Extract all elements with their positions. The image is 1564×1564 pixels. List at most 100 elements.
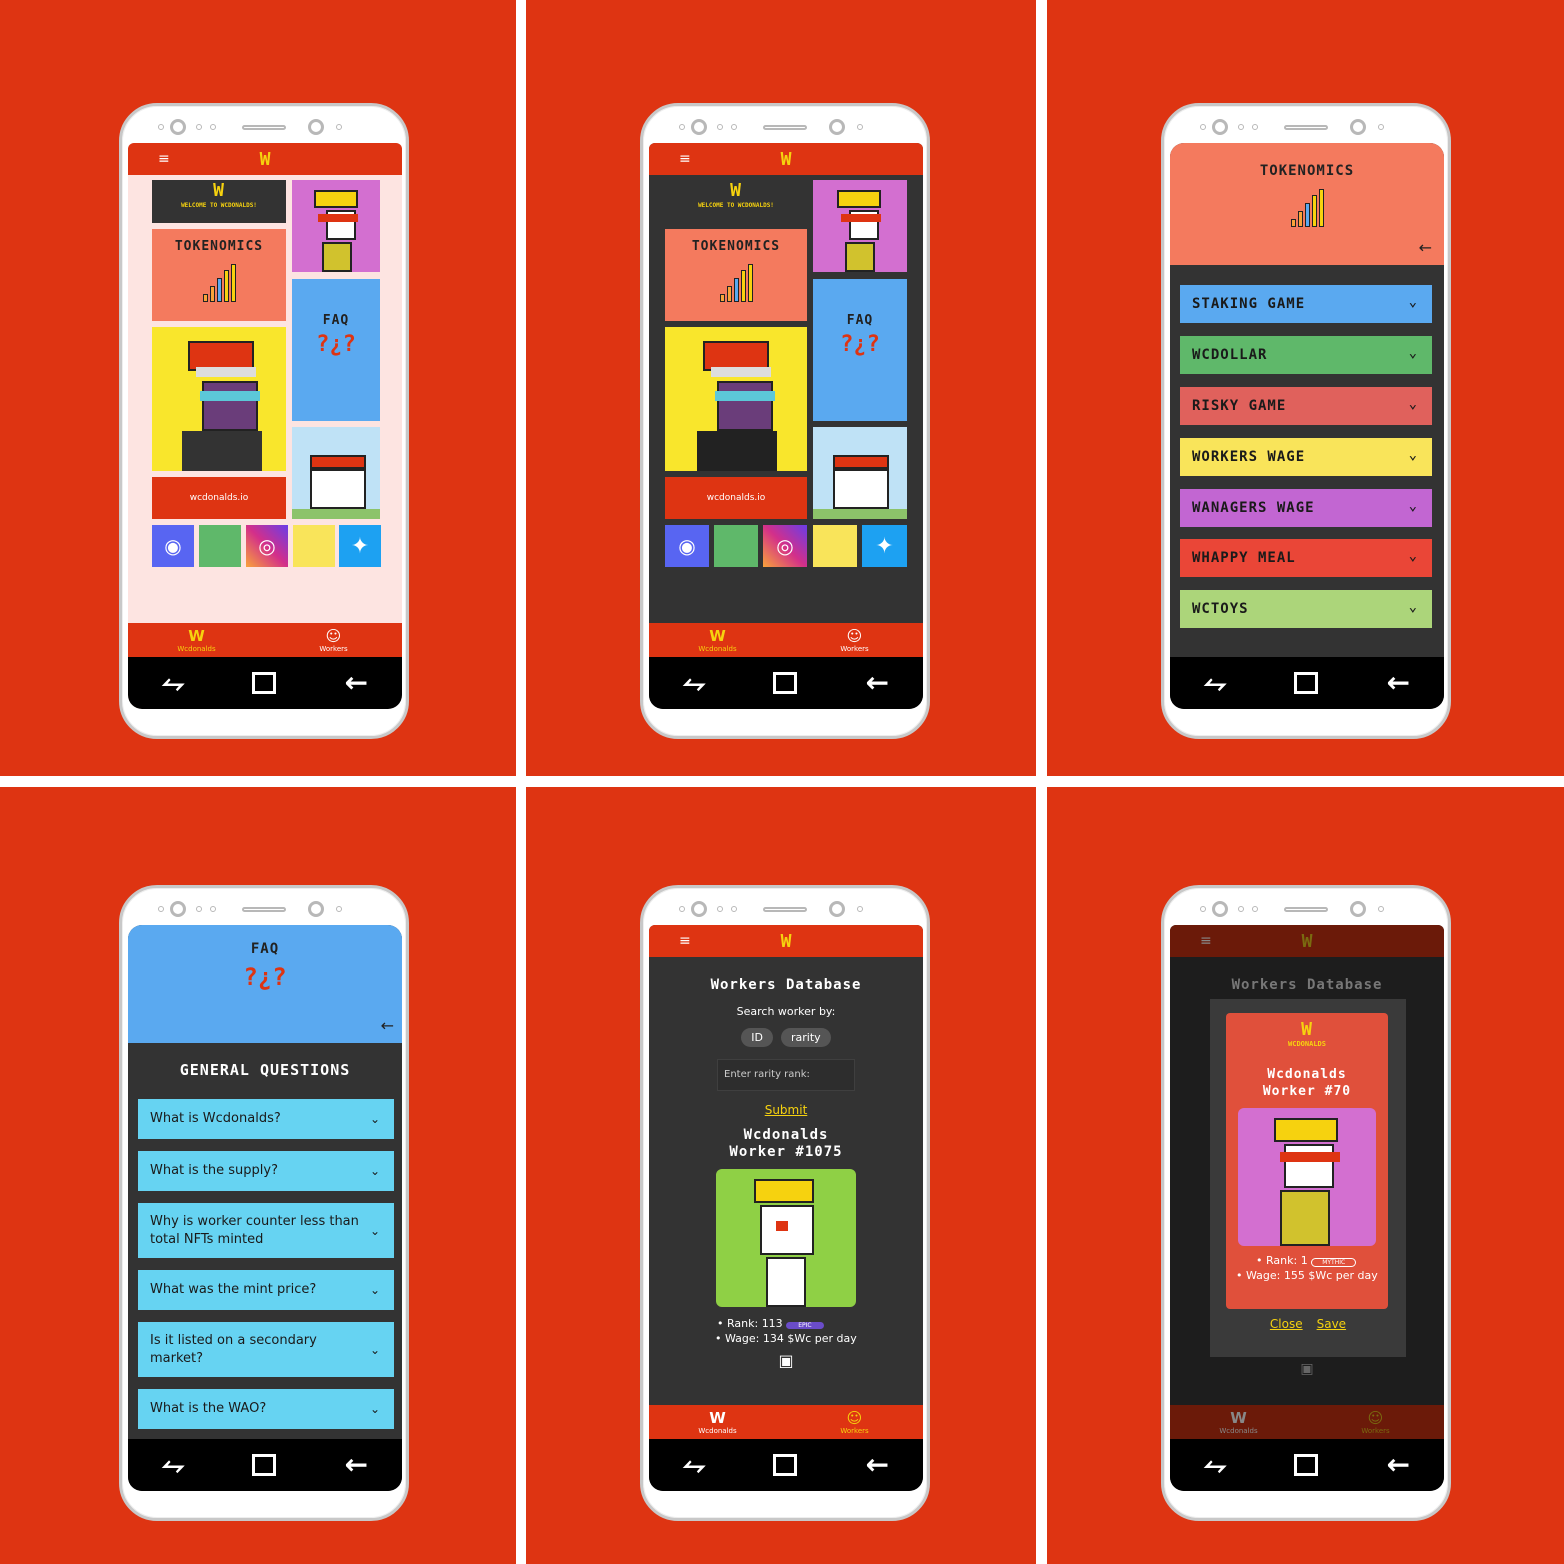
back-icon[interactable]: ←: [1386, 1451, 1409, 1479]
save-icon[interactable]: ▣: [649, 1351, 923, 1370]
recent-apps-icon[interactable]: ⥊: [683, 669, 705, 697]
panel-workers: ≡ W Workers Database Search worker by: ID…: [526, 787, 1036, 1564]
chevron-down-icon: ⌄: [1408, 396, 1418, 412]
avatar-yellow-cap-tile[interactable]: [292, 180, 380, 272]
chevron-down-icon: ⌄: [369, 1283, 380, 1297]
recent-apps-icon[interactable]: ⥊: [1204, 669, 1226, 697]
accordion-staking-game[interactable]: STAKING GAME ⌄: [1180, 285, 1432, 323]
back-icon[interactable]: ←: [865, 1451, 888, 1479]
faq-item[interactable]: What is Wcdonalds? ⌄: [138, 1099, 394, 1139]
restaurant-tile[interactable]: [813, 427, 907, 519]
back-icon[interactable]: ←: [344, 669, 367, 697]
yellow-tile[interactable]: [293, 525, 335, 567]
panel-worker-modal: ≡ W Workers Database W WCDONALDS Wcdonald…: [1047, 787, 1564, 1564]
twitter-icon[interactable]: ✦: [862, 525, 907, 567]
save-button[interactable]: Save: [1317, 1317, 1346, 1331]
accordion-wanagers-wage[interactable]: WANAGERS WAGE ⌄: [1180, 489, 1432, 527]
search-by-id-button[interactable]: ID: [741, 1028, 774, 1047]
website-link[interactable]: wcdonalds.io: [665, 477, 807, 519]
android-nav: ⥊ ←: [649, 1439, 923, 1491]
faq-item[interactable]: Is it listed on a secondary market? ⌄: [138, 1322, 394, 1377]
logo[interactable]: W: [781, 149, 792, 170]
tab-wcdonalds[interactable]: W Wcdonalds: [128, 623, 265, 657]
phone: ≡ W Workers Database Search worker by: ID…: [640, 885, 930, 1521]
rank-badge: MYTHIC: [1311, 1258, 1357, 1267]
green-tile[interactable]: [199, 525, 241, 567]
worker-image: [716, 1169, 856, 1307]
tab-workers[interactable]: ☺ Workers: [265, 623, 402, 657]
tab-workers[interactable]: ☺ Workers: [1307, 1405, 1444, 1439]
search-by-rarity-button[interactable]: rarity: [781, 1028, 831, 1047]
recent-apps-icon[interactable]: ⥊: [683, 1451, 705, 1479]
avatar-santa-tile[interactable]: [152, 327, 286, 471]
yellow-tile[interactable]: [813, 525, 857, 567]
restaurant-tile[interactable]: [292, 427, 380, 519]
faq-tile[interactable]: FAQ ?¿?: [292, 279, 380, 421]
website-link[interactable]: wcdonalds.io: [152, 477, 286, 519]
worker-image: [1238, 1108, 1376, 1246]
avatar-santa-tile[interactable]: [665, 327, 807, 471]
phone: TOKENOMICS ← STAKING GAME ⌄ WCDOLLAR ⌄ RIS…: [1161, 103, 1451, 739]
menu-icon[interactable]: ≡: [679, 151, 691, 167]
discord-icon[interactable]: ◉: [665, 525, 709, 567]
menu-icon[interactable]: ≡: [1200, 933, 1212, 949]
back-icon[interactable]: ←: [865, 669, 888, 697]
accordion-workers-wage[interactable]: WORKERS WAGE ⌄: [1180, 438, 1432, 476]
recent-apps-icon[interactable]: ⥊: [1204, 1451, 1226, 1479]
home-icon[interactable]: [252, 672, 277, 694]
back-arrow-icon[interactable]: ←: [381, 1016, 394, 1035]
instagram-icon[interactable]: ◎: [763, 525, 807, 567]
submit-link[interactable]: Submit: [649, 1103, 923, 1117]
android-nav: ⥊ ←: [649, 657, 923, 709]
welcome-tile[interactable]: W WELCOME TO WCDONALDS!: [665, 180, 807, 223]
faq-item[interactable]: What is the supply? ⌄: [138, 1151, 394, 1191]
accordion-whappy-meal[interactable]: WHAPPY MEAL ⌄: [1180, 539, 1432, 577]
back-icon[interactable]: ←: [1386, 669, 1409, 697]
back-arrow-icon[interactable]: ←: [1419, 238, 1432, 257]
twitter-icon[interactable]: ✦: [339, 525, 381, 567]
logo[interactable]: W: [1302, 931, 1313, 952]
welcome-tile[interactable]: W WELCOME TO WCDONALDS!: [152, 180, 286, 223]
menu-icon[interactable]: ≡: [158, 151, 170, 167]
welcome-text: WELCOME TO WCDONALDS!: [181, 202, 257, 209]
logo[interactable]: W: [260, 149, 271, 170]
accordion-wctoys[interactable]: WCTOYS ⌄: [1180, 590, 1432, 628]
tab-wcdonalds[interactable]: W Wcdonalds: [1170, 1405, 1307, 1439]
home-icon[interactable]: [1294, 672, 1319, 694]
tab-workers[interactable]: ☺ Workers: [786, 623, 923, 657]
menu-icon[interactable]: ≡: [679, 933, 691, 949]
home-icon[interactable]: [773, 1454, 798, 1476]
faq-tile[interactable]: FAQ ?¿?: [813, 279, 907, 421]
page-title: FAQ: [250, 941, 280, 957]
tokenomics-tile[interactable]: TOKENOMICS: [152, 229, 286, 321]
accordion-wcdollar[interactable]: WCDOLLAR ⌄: [1180, 336, 1432, 374]
chevron-down-icon: ⌄: [369, 1402, 380, 1416]
recent-apps-icon[interactable]: ⥊: [162, 1451, 184, 1479]
faq-item[interactable]: What is the WAO? ⌄: [138, 1389, 394, 1429]
back-icon[interactable]: ←: [344, 1451, 367, 1479]
worker-title: Wcdonalds Worker #70: [1262, 1067, 1352, 1099]
home-icon[interactable]: [1294, 1454, 1319, 1476]
instagram-icon[interactable]: ◎: [246, 525, 288, 567]
card-logo-sub: WCDONALDS: [1288, 1040, 1326, 1048]
tokenomics-tile[interactable]: TOKENOMICS: [665, 229, 807, 321]
discord-icon[interactable]: ◉: [152, 525, 194, 567]
avatar-yellow-cap-tile[interactable]: [813, 180, 907, 272]
tab-wcdonalds[interactable]: W Wcdonalds: [649, 1405, 786, 1439]
phone: ≡ W Workers Database W WCDONALDS Wcdonald…: [1161, 885, 1451, 1521]
logo[interactable]: W: [781, 931, 792, 952]
rarity-input[interactable]: Enter rarity rank:: [717, 1059, 855, 1091]
question-icon: ?¿?: [316, 332, 356, 357]
home-icon[interactable]: [773, 672, 798, 694]
tab-wcdonalds[interactable]: W Wcdonalds: [649, 623, 786, 657]
accordion-risky-game[interactable]: RISKY GAME ⌄: [1180, 387, 1432, 425]
page-title: Workers Database: [1231, 977, 1383, 993]
home-icon[interactable]: [252, 1454, 277, 1476]
faq-item[interactable]: Why is worker counter less than total NF…: [138, 1203, 394, 1258]
faq-item[interactable]: What was the mint price? ⌄: [138, 1270, 394, 1310]
save-icon: ▣: [1300, 1361, 1314, 1377]
green-tile[interactable]: [714, 525, 758, 567]
close-button[interactable]: Close: [1270, 1317, 1303, 1331]
tab-workers[interactable]: ☺ Workers: [786, 1405, 923, 1439]
recent-apps-icon[interactable]: ⥊: [162, 669, 184, 697]
